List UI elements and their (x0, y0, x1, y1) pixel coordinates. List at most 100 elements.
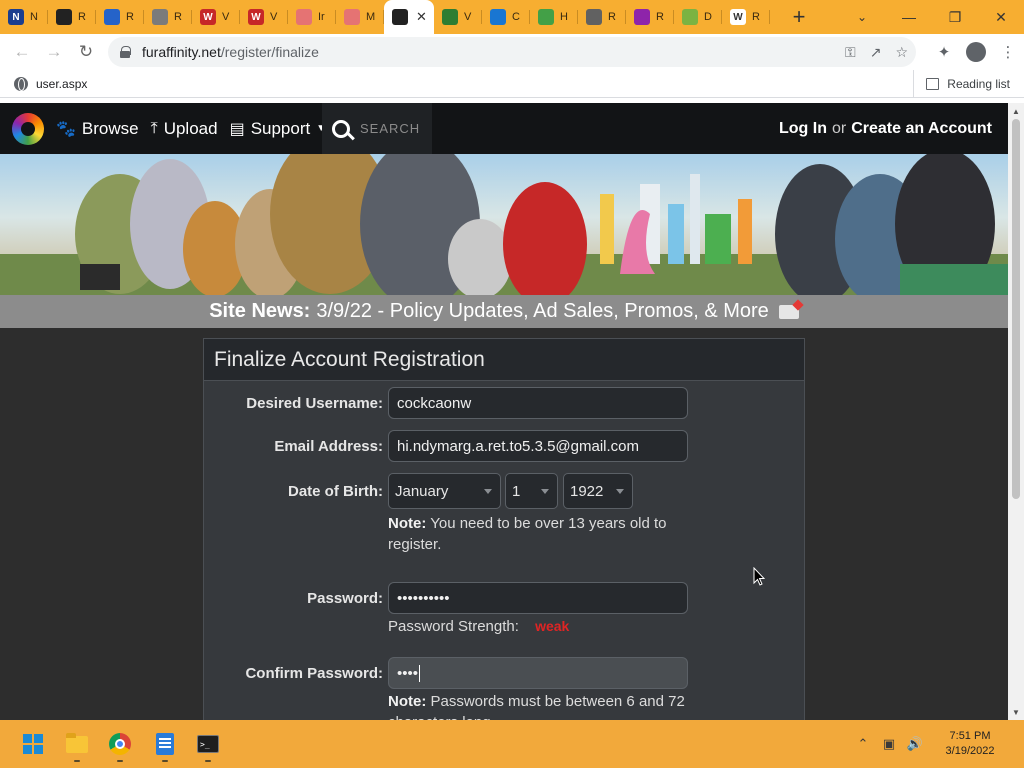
password-label: Password: (307, 590, 383, 607)
key-icon[interactable]: ⚿ (845, 44, 856, 61)
tab-search-icon[interactable]: ⌄ (850, 0, 874, 34)
browser-tab[interactable]: D (674, 0, 722, 34)
start-button[interactable] (21, 732, 45, 756)
email-input[interactable]: hi.ndymarg.a.ret.to5.3.5@gmail.com (388, 430, 688, 462)
forward-arrow-icon[interactable]: → (38, 36, 70, 68)
nav-browse[interactable]: 🐾 Browse (56, 119, 139, 139)
tab-title: V (464, 11, 472, 23)
browser-tab[interactable]: C (482, 0, 530, 34)
username-label: Desired Username: (246, 395, 383, 412)
system-tray: ⌃ ▣ 🔊 7:51 PM 3/19/2022 (850, 720, 1024, 768)
doc-favicon-icon (104, 9, 120, 25)
site-nav: 🐾 Browse ⤒ Upload ▤ Support ▼ SEARCH Log… (0, 103, 1008, 154)
paw-favicon-icon (392, 9, 408, 25)
extensions-icon[interactable]: ✦ (928, 36, 960, 68)
taskbar-chrome[interactable] (108, 732, 132, 762)
browser-tab[interactable]: V (434, 0, 482, 34)
share-icon[interactable]: ↗ (870, 44, 882, 61)
reading-list-icon (926, 77, 940, 90)
scrollbar-thumb[interactable] (1012, 119, 1020, 499)
site-logo[interactable] (12, 112, 44, 145)
nav-upload[interactable]: ⤒ Upload (151, 119, 218, 139)
tab-title: R (126, 11, 134, 23)
login-link[interactable]: Log In (779, 120, 827, 138)
minimize-icon[interactable]: — (886, 0, 932, 34)
tab-title: R (174, 11, 182, 23)
profile-avatar[interactable] (966, 42, 986, 62)
oo-favicon-icon (682, 9, 698, 25)
new-tab-icon[interactable]: + (782, 0, 816, 34)
confirm-password-input[interactable]: •••• (388, 657, 688, 689)
dob-note-text: You need to be over 13 years old to regi… (388, 515, 667, 553)
text-caret (419, 664, 421, 682)
dob-note: Note: You need to be over 13 years old t… (388, 513, 698, 555)
bookmark-item[interactable]: user.aspx (0, 76, 87, 91)
site-banner (0, 154, 1008, 295)
browser-tab[interactable]: Ir (288, 0, 336, 34)
tab-active[interactable]: ✕ (384, 0, 434, 34)
scroll-down-icon[interactable]: ▼ (1008, 704, 1024, 720)
browser-tab[interactable]: WR (722, 0, 770, 34)
back-arrow-icon[interactable]: ← (6, 36, 38, 68)
dob-year-select[interactable]: 1922 (563, 473, 633, 509)
password-note: Note: Passwords must be between 6 and 72… (388, 691, 698, 720)
cat-favicon-icon (152, 9, 168, 25)
close-tab-icon[interactable]: ✕ (416, 9, 427, 25)
site-news-bar[interactable]: Site News: 3/9/22 - Policy Updates, Ad S… (0, 295, 1008, 328)
browser-tab[interactable]: NN (0, 0, 48, 34)
folder-icon (66, 732, 88, 753)
search-icon[interactable] (332, 119, 350, 138)
menu-dots-icon[interactable]: ⋮ (992, 36, 1024, 68)
page-scrollbar[interactable]: ▲ ▼ (1008, 103, 1024, 720)
email-label: Email Address: (274, 438, 383, 455)
taskbar-terminal[interactable]: >_ (196, 732, 220, 762)
site-search[interactable]: SEARCH (322, 103, 432, 154)
nav-support[interactable]: ▤ Support ▼ (230, 119, 327, 139)
lock-icon[interactable] (120, 46, 131, 58)
volume-icon[interactable]: 🔊 (902, 736, 928, 752)
confirm-label: Confirm Password: (245, 665, 383, 682)
reading-list-button[interactable]: Reading list (913, 70, 1010, 97)
username-input[interactable]: cockcaonw (388, 387, 688, 419)
browser-tab[interactable]: R (96, 0, 144, 34)
dob-day-select[interactable]: 1 (505, 473, 558, 509)
news-label: Site News: (209, 300, 311, 322)
browser-tab[interactable]: M (336, 0, 384, 34)
system-clock[interactable]: 7:51 PM 3/19/2022 (928, 729, 1012, 759)
password-input[interactable]: •••••••••• (388, 582, 688, 614)
address-bar[interactable]: furaffinity.net/register/finalize ⚿ ↗ ☆ (108, 37, 916, 67)
tab-title: H (560, 11, 568, 23)
restore-icon[interactable]: ❐ (932, 0, 978, 34)
banner-illustration (0, 154, 1008, 295)
chevron-up-icon[interactable]: ⌃ (850, 736, 876, 752)
browser-tab[interactable]: R (578, 0, 626, 34)
bookmark-star-icon[interactable]: ☆ (895, 44, 908, 61)
chevron-down-icon (616, 489, 624, 494)
auth-or: or (831, 119, 847, 137)
close-icon[interactable]: ✕ (978, 0, 1024, 34)
network-icon[interactable]: ▣ (876, 736, 902, 752)
dob-month-select[interactable]: January (388, 473, 501, 509)
browser-tab[interactable]: R (48, 0, 96, 34)
reload-icon[interactable]: ↻ (70, 36, 102, 68)
create-account-link[interactable]: Create an Account (851, 120, 992, 138)
browser-tab[interactable]: WV (192, 0, 240, 34)
page-viewport: 🐾 Browse ⤒ Upload ▤ Support ▼ SEARCH Log… (0, 103, 1008, 720)
paw-favicon-icon (56, 9, 72, 25)
mail-favicon-icon (296, 9, 312, 25)
support-icon: ▤ (229, 120, 245, 138)
scroll-up-icon[interactable]: ▲ (1008, 103, 1024, 119)
news-text: 3/9/22 - Policy Updates, Ad Sales, Promo… (316, 300, 769, 322)
strength-label: Password Strength: (388, 618, 519, 635)
news-envelope-icon (778, 304, 799, 319)
globe-icon (14, 76, 28, 91)
taskbar-file-explorer[interactable] (65, 732, 89, 762)
taskbar-notepad[interactable] (153, 732, 177, 762)
browser-tab[interactable]: H (530, 0, 578, 34)
auth-links: Log In or Create an Account (779, 103, 992, 154)
grid-favicon-icon (442, 9, 458, 25)
leaf-favicon-icon (538, 9, 554, 25)
browser-tab[interactable]: WV (240, 0, 288, 34)
browser-tab[interactable]: R (144, 0, 192, 34)
browser-tab[interactable]: R (626, 0, 674, 34)
